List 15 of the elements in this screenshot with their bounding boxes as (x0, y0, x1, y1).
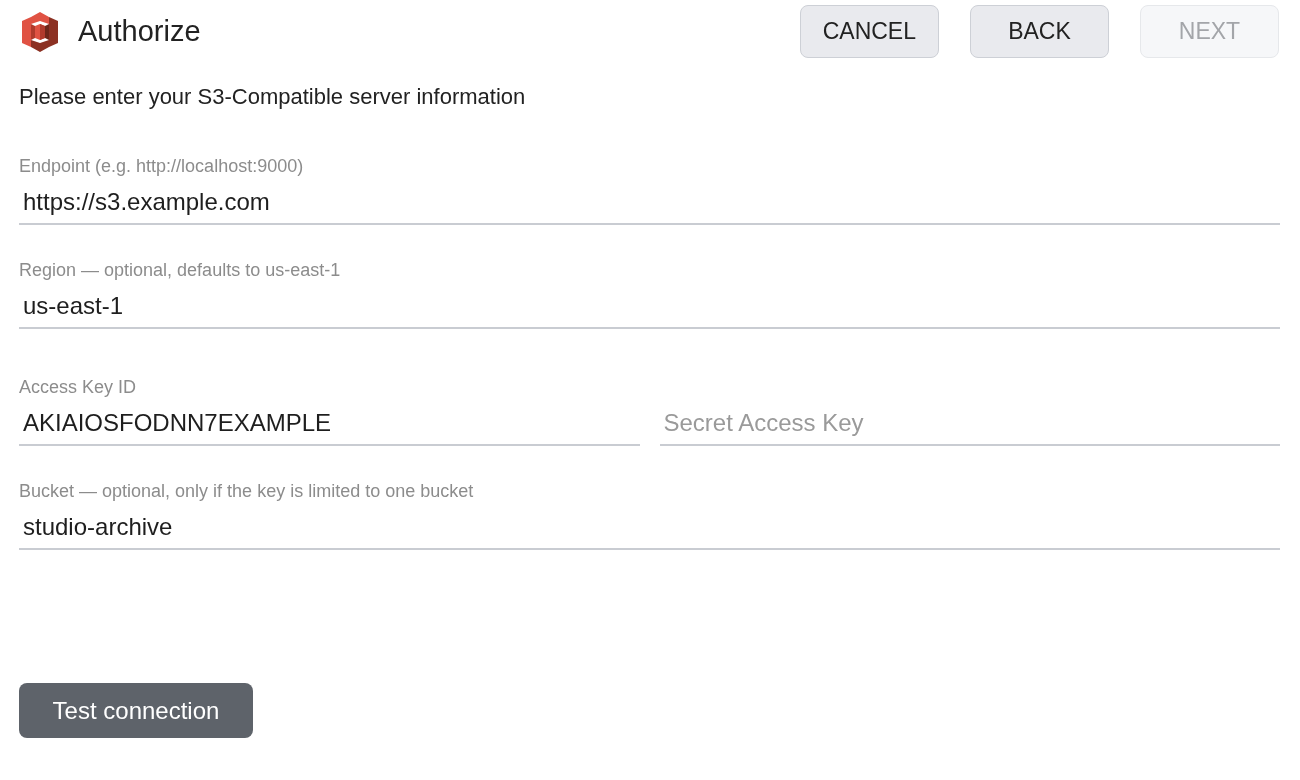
field-label: Bucket — optional, only if the key is limited to one bucket (19, 480, 474, 502)
input-field[interactable]: Secret Access Key (659, 401, 1280, 446)
logo-icon (22, 11, 58, 52)
field-label: Endpoint (e.g. http://localhost:9000) (19, 155, 304, 177)
input-field[interactable]: studio-archive (19, 505, 1280, 550)
input-field[interactable]: https://s3.example.com (19, 180, 1280, 225)
input-field[interactable]: AKIAIOSFODNN7EXAMPLE (19, 401, 640, 446)
header-button[interactable]: CANCEL (799, 5, 939, 58)
field-label: Region — optional, defaults to us-east-1 (19, 259, 341, 281)
input-field[interactable]: us-east-1 (19, 284, 1280, 329)
instructions-text: Please enter your S3-Compatible server information (19, 84, 526, 110)
header-button[interactable]: BACK (970, 5, 1109, 58)
field-label: Access Key ID (19, 376, 137, 398)
test-connection-button[interactable]: Test connection (19, 683, 253, 738)
page-title: Authorize (78, 15, 201, 48)
